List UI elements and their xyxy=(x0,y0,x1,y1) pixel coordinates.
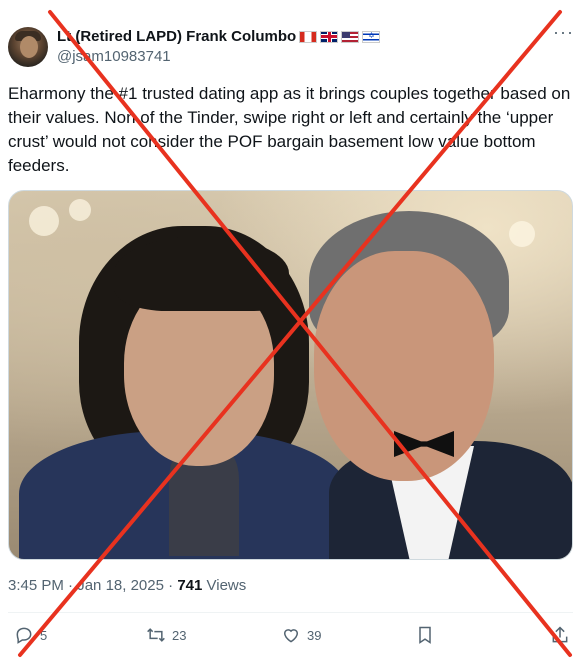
bokeh-light xyxy=(29,206,59,236)
like-button[interactable]: 39 xyxy=(281,625,321,645)
avatar[interactable] xyxy=(8,27,48,67)
flag-usa-icon xyxy=(341,30,360,43)
bookmark-button[interactable] xyxy=(415,625,435,645)
bokeh-light xyxy=(69,199,91,221)
reply-icon xyxy=(16,627,32,644)
bookmark-icon xyxy=(419,626,431,644)
tweet-date[interactable]: Jan 18, 2025 xyxy=(77,577,164,594)
author-handle[interactable]: @jsam10983741 xyxy=(57,48,171,65)
tweet-time[interactable]: 3:45 PM xyxy=(8,577,64,594)
flag-israel-icon xyxy=(362,30,381,43)
flag-canada-icon xyxy=(299,30,318,43)
repost-icon xyxy=(147,628,165,642)
repost-count: 23 xyxy=(172,627,187,643)
woman-fringe xyxy=(114,236,289,311)
view-count: 741 xyxy=(177,577,203,594)
repost-button[interactable]: 23 xyxy=(146,625,186,645)
avatar-face xyxy=(20,36,38,58)
share-button[interactable] xyxy=(550,625,570,645)
like-count: 39 xyxy=(307,627,322,643)
meta-separator: · xyxy=(68,577,74,594)
tweet-text: Eharmony the #1 trusted dating app as it… xyxy=(8,84,576,175)
flag-uk-icon xyxy=(320,30,339,43)
divider xyxy=(8,612,573,613)
author-name-row[interactable]: Lt (Retired LAPD) Frank Columbo xyxy=(57,28,381,45)
more-icon[interactable]: ··· xyxy=(553,22,574,43)
views-label: Views xyxy=(206,577,247,594)
author-display-name[interactable]: Lt (Retired LAPD) Frank Columbo xyxy=(57,28,296,45)
reply-count: 5 xyxy=(40,627,48,643)
share-icon xyxy=(552,626,568,643)
tweet-photo[interactable] xyxy=(8,190,573,560)
bokeh-light xyxy=(509,221,535,247)
meta-separator: · xyxy=(168,577,174,594)
tweet-meta: 3:45 PM · Jan 18, 2025 · 741 Views xyxy=(8,577,246,594)
heart-icon xyxy=(283,629,299,643)
reply-button[interactable]: 5 xyxy=(14,625,47,645)
